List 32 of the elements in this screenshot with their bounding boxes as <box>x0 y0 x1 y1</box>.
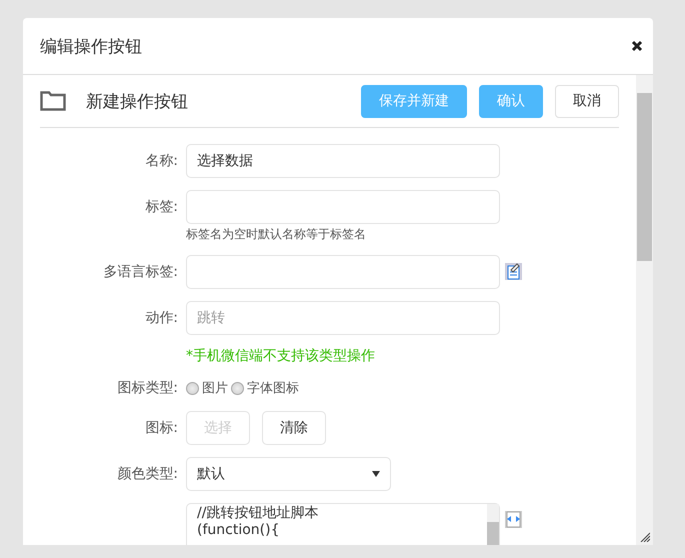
resize-grip-icon[interactable] <box>640 532 650 542</box>
field-label: 动作: <box>144 309 179 328</box>
field-label: 图标: <box>144 419 179 438</box>
folder-icon <box>40 91 66 111</box>
caret-icon <box>372 471 380 477</box>
code-line: (function(){ <box>197 522 280 539</box>
input-field[interactable] <box>186 255 500 289</box>
section-title: 新建操作按钮 <box>86 90 189 112</box>
radio-button[interactable] <box>186 382 199 394</box>
dialog-title: 编辑操作按钮 <box>40 36 142 58</box>
code-editor[interactable]: //跳转按钮地址脚本 (function(){ <box>186 503 500 545</box>
header-button[interactable]: 取消 <box>555 84 619 118</box>
hint-text: 标签名为空时默认名称等于标签名 <box>186 226 367 243</box>
input-field[interactable] <box>186 190 500 224</box>
scrollbar[interactable] <box>636 75 653 545</box>
icon-action-button[interactable]: 清除 <box>262 411 326 445</box>
field-label: 名称: <box>144 152 179 171</box>
radio-button[interactable] <box>231 382 244 394</box>
scrollbar[interactable] <box>487 504 499 545</box>
radio-label: 图片 <box>202 380 228 397</box>
field-label: 标签: <box>144 198 179 217</box>
field-label: 多语言标签: <box>102 263 179 282</box>
field-label: 图标类型: <box>116 379 179 398</box>
select-dropdown[interactable]: 默认 <box>186 457 391 491</box>
warning-note: *手机微信端不支持该类型操作 <box>186 347 375 365</box>
code-line: //跳转按钮地址脚本 <box>197 505 320 522</box>
close-icon[interactable] <box>631 40 643 52</box>
edit-document-icon[interactable] <box>505 263 522 280</box>
input-field[interactable]: 选择数据 <box>186 144 500 178</box>
code-document-icon[interactable] <box>505 511 522 528</box>
radio-label: 字体图标 <box>247 380 299 397</box>
field-label: 颜色类型: <box>116 465 179 484</box>
